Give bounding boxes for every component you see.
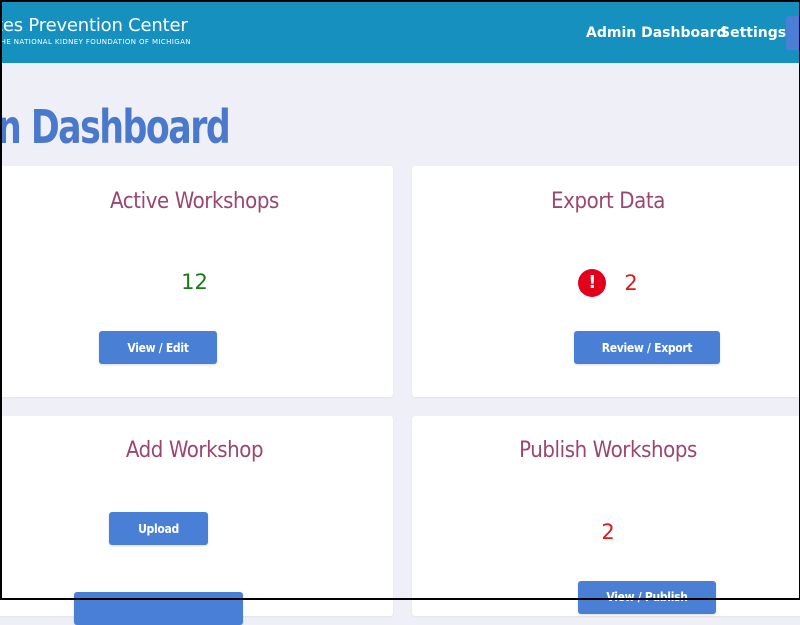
card-title-publish-workshops: Publish Workshops [519,438,697,463]
card-active-workshops: Active Workshops 12 View / Edit [0,166,393,397]
export-data-count: 2 [624,271,638,295]
brand-subtitle: THE NATIONAL KIDNEY FOUNDATION OF MICHIG… [0,38,191,46]
card-add-workshop: Add Workshop Upload [0,416,393,625]
nav-settings[interactable]: Settings [720,25,786,41]
card-publish-workshops: Publish Workshops 2 View / Publish [412,416,800,616]
card-title-add-workshop: Add Workshop [125,438,264,463]
upload-button[interactable]: Upload [109,512,208,545]
exclamation-circle-icon: ! [578,269,607,297]
card-export-data: Export Data ! 2 Review / Export [412,166,800,397]
review-export-button[interactable]: Review / Export [574,331,720,364]
top-navbar: tes Prevention Center THE NATIONAL KIDNE… [0,0,800,63]
publish-workshops-count: 2 [601,520,615,544]
nav-admin-dashboard[interactable]: Admin Dashboard [586,25,726,41]
card-title-active-workshops: Active Workshops [110,189,279,214]
add-workshop-secondary-button[interactable] [74,592,243,625]
view-edit-button[interactable]: View / Edit [99,331,217,364]
card-title-export-data: Export Data [551,189,665,214]
export-alert: ! 2 [412,268,800,298]
page-title: n Dashboard [0,100,231,154]
view-publish-button[interactable]: View / Publish [578,581,716,614]
nav-account-button[interactable] [786,16,800,50]
active-workshops-count: 12 [181,270,208,294]
brand-title[interactable]: tes Prevention Center [0,15,188,36]
